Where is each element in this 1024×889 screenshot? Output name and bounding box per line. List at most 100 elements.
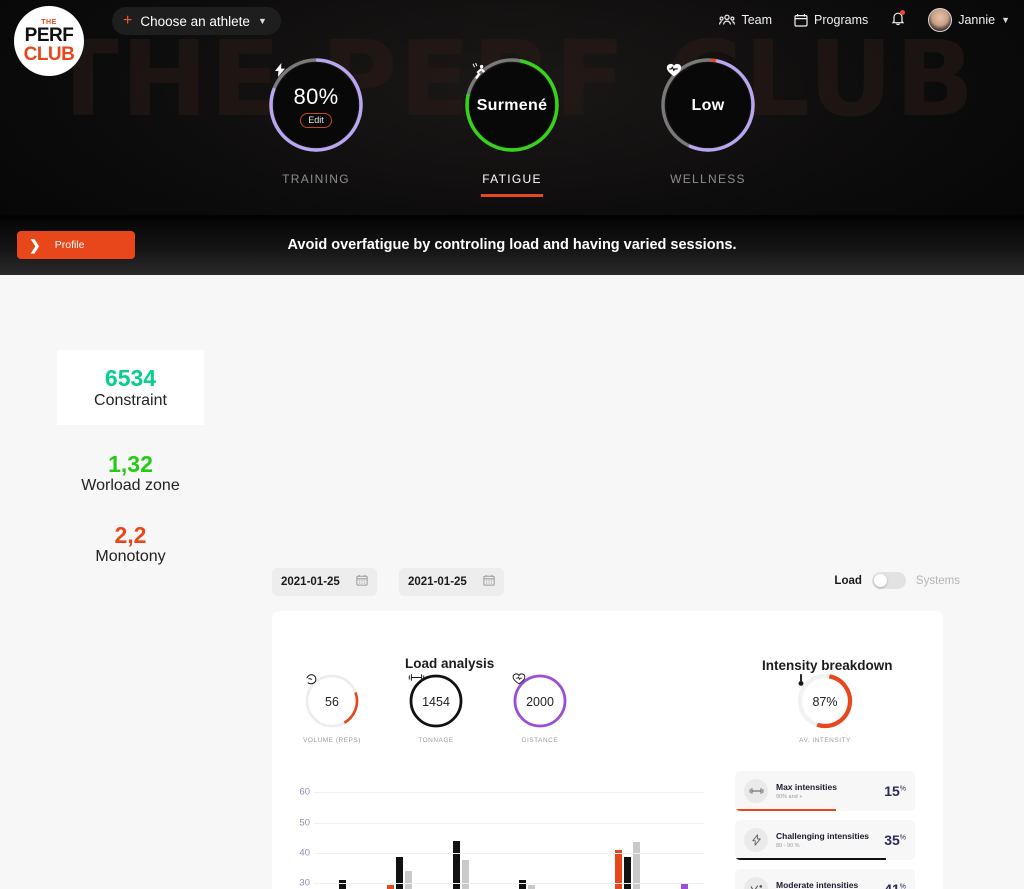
chart-gridline xyxy=(314,822,704,824)
intensity-row-challenging-bar xyxy=(735,857,887,860)
load-circle-volume-caption: VOLUME (REPS) xyxy=(303,737,361,744)
intensity-row-max-pct: 15% xyxy=(884,783,906,799)
dumbbell-icon xyxy=(744,779,768,803)
date-to-value: 2021-01-25 xyxy=(408,576,467,588)
metric-monotony-label: Monotony xyxy=(95,548,166,566)
chart-bar[interactable] xyxy=(519,880,526,889)
intensity-row-moderate[interactable]: Moderate intensities 70 - 80% 41% xyxy=(735,869,915,889)
chart-bar[interactable] xyxy=(396,857,403,889)
intensity-row-max[interactable]: Max intensities 90% and + 15% xyxy=(735,771,915,811)
intensity-row-moderate-name: Moderate intensities xyxy=(776,879,859,889)
analysis-card: Load analysis Intensity breakdown 56 VOL… xyxy=(272,611,943,889)
team-icon xyxy=(719,14,736,26)
load-circles: 56 VOLUME (REPS) 1454 TONNAGE 2000 DISTA… xyxy=(302,673,570,744)
metric-workload-zone-label: Worload zone xyxy=(81,477,180,495)
profile-button[interactable]: ❯ Profile xyxy=(17,231,135,259)
tab-training[interactable]: TRAINING xyxy=(282,172,350,186)
fatigue-ring: Surmené xyxy=(463,56,561,154)
gauge-wellness[interactable]: Low WELLNESS xyxy=(633,56,783,197)
edit-training-button[interactable]: Edit xyxy=(300,112,332,128)
nav-item-team[interactable]: Team xyxy=(719,13,772,27)
bell-icon xyxy=(890,12,906,30)
intensity-row-challenging-unit: % xyxy=(899,834,906,842)
intensity-row-challenging-pct-value: 35 xyxy=(884,832,900,848)
avatar xyxy=(928,8,953,32)
app-header: THE PERF CLUB THE PERF CLUB + Choose an … xyxy=(0,0,1024,215)
chart-y-tick: 50 xyxy=(299,817,310,828)
metric-constraint-value: 6534 xyxy=(104,365,157,392)
load-systems-toggle[interactable]: Load Systems xyxy=(834,572,960,589)
chart-y-tick: 40 xyxy=(299,847,310,859)
chart-bar-group xyxy=(672,777,688,889)
calendar-icon xyxy=(356,573,368,591)
user-menu[interactable]: Jannie ▼ xyxy=(928,8,1010,32)
chart-bar-group xyxy=(567,777,583,889)
chart-bar[interactable] xyxy=(339,880,346,889)
logo[interactable]: THE PERF CLUB xyxy=(14,6,84,76)
wellness-value: Low xyxy=(691,96,725,114)
advice-message: Avoid overfatigue by controling load and… xyxy=(287,237,737,253)
chart-y-tick: 30 xyxy=(299,877,310,889)
chart-bar-group xyxy=(444,777,478,889)
chart-bar[interactable] xyxy=(624,857,631,889)
intensity-row-moderate-unit: % xyxy=(899,883,906,889)
intensity-row-max-name: Max intensities xyxy=(776,781,837,792)
intensity-row-moderate-pct-value: 41 xyxy=(884,881,900,889)
user-name: Jannie xyxy=(958,13,996,27)
choose-athlete-dropdown[interactable]: + Choose an athlete ▼ xyxy=(112,7,281,35)
load-circle-distance: 2000 DISTANCE xyxy=(510,673,570,744)
training-ring: 80% Edit xyxy=(267,56,365,154)
chart-bar[interactable] xyxy=(633,842,640,889)
intensity-row-challenging-pct: 35% xyxy=(884,832,906,848)
lightning-icon xyxy=(744,828,768,852)
notifications-button[interactable] xyxy=(890,9,906,31)
chart-bar[interactable] xyxy=(528,884,535,889)
intensity-row-max-pct-value: 15 xyxy=(884,783,900,799)
gauge-training[interactable]: 80% Edit TRAINING xyxy=(241,56,391,197)
chevron-right-icon: ❯ xyxy=(29,236,41,253)
active-tab-underline xyxy=(481,194,543,197)
top-navigation: Team Programs Jannie ▼ xyxy=(719,8,1010,32)
load-circle-tonnage: 1454 TONNAGE xyxy=(406,673,466,744)
chart-bar-group xyxy=(330,777,355,889)
metric-constraint-label: Constraint xyxy=(94,391,167,409)
toggle-label-load: Load xyxy=(834,574,862,587)
intensity-row-challenging[interactable]: Challenging intensities 80 - 90 % 35% xyxy=(735,820,915,860)
nav-item-programs-label: Programs xyxy=(814,13,869,27)
load-circle-volume: 56 VOLUME (REPS) xyxy=(302,673,362,744)
calendar-icon xyxy=(794,13,808,27)
nav-item-programs[interactable]: Programs xyxy=(794,13,868,27)
tab-wellness[interactable]: WELLNESS xyxy=(670,172,746,186)
nav-item-team-label: Team xyxy=(741,13,773,27)
profile-button-label: Profile xyxy=(54,239,85,251)
metric-workload-zone: 1,32 Worload zone xyxy=(81,451,179,496)
chart-bar-group xyxy=(615,777,640,889)
plus-icon: + xyxy=(123,12,133,29)
tab-fatigue[interactable]: FATIGUE xyxy=(482,172,542,191)
fatigue-value: Surmené xyxy=(476,96,548,114)
load-circle-tonnage-caption: TONNAGE xyxy=(418,737,454,744)
chart-bar[interactable] xyxy=(453,840,460,889)
chart-bar[interactable] xyxy=(462,860,469,889)
chevron-down-icon: ▼ xyxy=(257,16,267,26)
date-from-input[interactable]: 2021-01-25 xyxy=(272,568,377,596)
chart-y-axis: 102030405060 xyxy=(284,777,310,889)
chart-bar[interactable] xyxy=(405,871,412,889)
metrics-sidebar: 6534 Constraint 1,32 Worload zone 2,2 Mo… xyxy=(57,350,204,567)
toggle-switch[interactable] xyxy=(871,572,906,589)
load-analysis-title: Load analysis xyxy=(405,656,495,671)
calendar-icon xyxy=(483,573,495,591)
gauge-fatigue[interactable]: Surmené FATIGUE xyxy=(437,56,587,197)
chart-plot-area xyxy=(314,777,704,889)
chart-bar-group xyxy=(510,777,535,889)
wellness-ring: Low xyxy=(659,56,757,154)
chart-bar[interactable] xyxy=(387,884,394,889)
weekly-load-chart: 102030405060 MonTuesWedThurFriSatSun xyxy=(284,777,704,889)
chart-bar-group xyxy=(387,777,412,889)
chart-bar-groups xyxy=(314,777,704,889)
avg-intensity-value: 87% xyxy=(812,694,838,709)
toggle-label-systems: Systems xyxy=(915,574,960,587)
app-page: THE PERF CLUB THE PERF CLUB + Choose an … xyxy=(0,0,1024,889)
chart-gridline xyxy=(314,792,704,794)
date-to-input[interactable]: 2021-01-25 xyxy=(399,568,504,596)
